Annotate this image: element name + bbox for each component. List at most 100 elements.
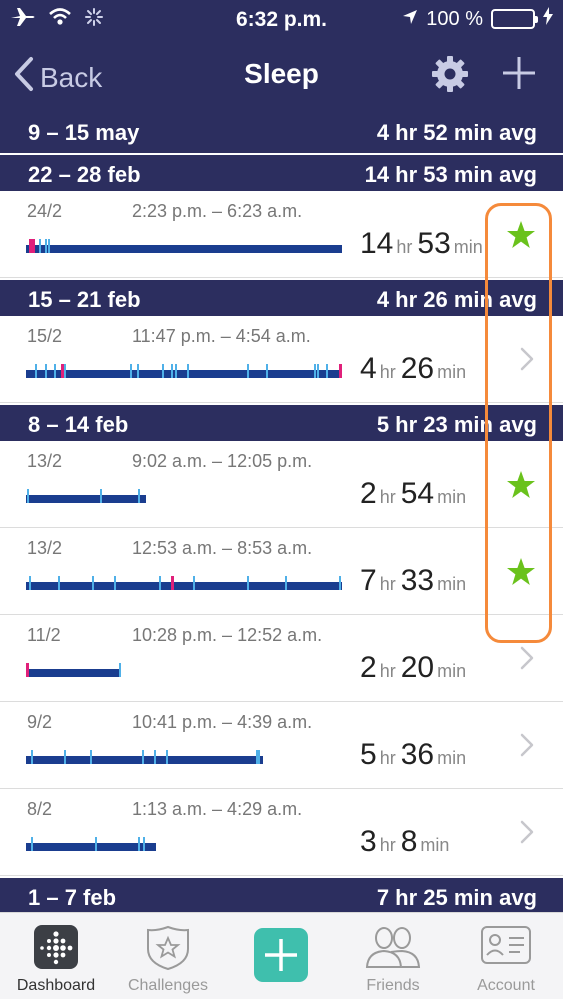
duration-hr-unit: hr [396,237,413,257]
sleep-bar [26,576,342,591]
duration-hours: 14 [360,227,394,260]
sleep-bar [26,663,121,678]
awake-mark [154,750,156,764]
awake-mark [138,837,140,851]
awake-mark [266,364,268,378]
duration-hr-unit: hr [379,835,396,855]
week-range: 22 – 28 feb [28,162,141,187]
duration-minutes: 33 [400,564,435,597]
sleep-entry-row[interactable]: 9/2 10:41 p.m. – 4:39 a.m. 5 hr 36 min [0,702,563,789]
awake-mark [54,364,56,378]
awake-mark [137,364,139,378]
awake-mark [175,364,177,378]
tab-dashboard[interactable]: Dashboard [0,913,112,999]
duration-hours: 2 [360,651,377,684]
entry-time-span: 9:02 a.m. – 12:05 p.m. [132,451,313,471]
awake-mark [187,364,189,378]
awake-mark [193,576,195,590]
entry-date: 9/2 [27,712,53,732]
entry-date: 11/2 [27,625,61,645]
sleep-bar-main [26,370,342,378]
star-icon[interactable] [505,556,537,593]
awake-mark [29,576,31,590]
duration-min-unit: min [437,661,467,681]
awake-mark [258,750,260,764]
awake-mark [31,837,33,851]
chevron-right-icon[interactable] [519,645,535,676]
duration-minutes: 36 [400,738,435,771]
challenge-badge-icon [146,925,190,976]
duration-hours: 5 [360,738,377,771]
duration-hr-unit: hr [379,574,396,594]
awake-mark [317,364,319,378]
sleep-bar-main [26,669,121,677]
duration-hr-unit: hr [379,487,396,507]
awake-mark [114,576,116,590]
add-button[interactable] [500,54,538,97]
restless-mark [26,663,29,677]
entry-duration: 7 hr 33 min [360,564,471,598]
duration-min-unit: min [453,237,483,257]
tab-add[interactable] [225,913,337,999]
nav-bar: Back Sleep [0,38,563,113]
awake-mark [142,750,144,764]
chevron-right-icon[interactable] [519,732,535,763]
sleep-bar [26,364,342,379]
sleep-entry-row[interactable]: 13/2 9:02 a.m. – 12:05 p.m. 2 hr 54 min [0,441,563,528]
awake-mark [326,364,328,378]
awake-mark [119,663,121,677]
duration-min-unit: min [437,362,467,382]
sleep-entry-row[interactable]: 24/2 2:23 p.m. – 6:23 a.m. 14 hr 53 min [0,191,563,278]
awake-mark [143,837,145,851]
entry-duration: 5 hr 36 min [360,738,471,772]
duration-min-unit: min [437,748,467,768]
entry-time-span: 12:53 a.m. – 8:53 a.m. [132,538,313,558]
tab-friends[interactable]: Friends [337,913,449,999]
entry-time-span: 11:47 p.m. – 4:54 a.m. [132,326,311,346]
sleep-bar-main [26,843,156,851]
awake-mark [130,364,132,378]
tab-account[interactable]: Account [450,913,562,999]
duration-hr-unit: hr [379,748,396,768]
duration-minutes: 54 [400,477,435,510]
week-header: 15 – 21 feb 4 hr 26 min avg [0,278,563,316]
sleep-entry-row[interactable]: 11/2 10:28 p.m. – 12:52 a.m. 2 hr 20 min [0,615,563,702]
duration-hr-unit: hr [379,362,396,382]
duration-min-unit: min [437,574,467,594]
entry-date: 13/2 [27,538,63,558]
duration-minutes: 20 [400,651,435,684]
tab-challenges[interactable]: Challenges [112,913,224,999]
sleep-entry-row[interactable]: 15/2 11:47 p.m. – 4:54 a.m. 4 hr 26 min [0,316,563,403]
settings-button[interactable] [430,54,470,99]
location-arrow-icon [402,8,418,31]
entry-duration: 14 hr 53 min [360,227,488,261]
sleep-entry-row[interactable]: 8/2 1:13 a.m. – 4:29 a.m. 3 hr 8 min [0,789,563,876]
awake-mark [64,750,66,764]
entry-date: 24/2 [27,201,63,221]
sleep-entry-row[interactable]: 13/2 12:53 a.m. – 8:53 a.m. 7 hr 33 min [0,528,563,615]
entry-date: 15/2 [27,326,63,346]
restless-mark [171,576,174,590]
week-range: 1 – 7 feb [28,885,117,910]
week-header: 8 – 14 feb 5 hr 23 min avg [0,403,563,441]
awake-mark [92,576,94,590]
awake-mark [166,750,168,764]
star-icon[interactable] [505,219,537,256]
top-bar: 6:32 p.m. 100 % Back Sleep [0,0,563,113]
tab-bar: Dashboard Challenges Friends Account [0,912,563,999]
plus-icon [500,57,538,96]
week-range: 15 – 21 feb [28,287,141,312]
awake-mark [247,364,249,378]
week-average: 5 hr 23 min avg [376,412,537,437]
week-range: 8 – 14 feb [28,412,129,437]
week-average: 7 hr 25 min avg [376,885,537,910]
sleep-bar-main [26,245,342,253]
battery-percent: 100 % [426,7,483,30]
chevron-right-icon[interactable] [519,819,535,850]
week-header: 1 – 7 feb 7 hr 25 min avg [0,876,563,914]
chevron-right-icon[interactable] [519,346,535,377]
star-icon[interactable] [505,469,537,506]
sleep-log-list: 9 – 15 may 4 hr 52 min avg 22 – 28 feb 14 h… [0,113,563,914]
awake-mark [48,239,50,253]
awake-mark [39,239,41,253]
